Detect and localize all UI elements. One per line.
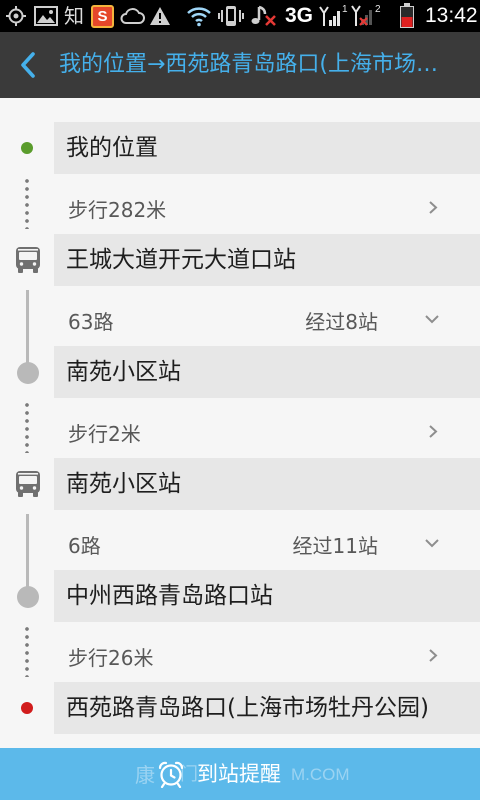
- signal-sim1-icon: 1: [319, 0, 349, 32]
- route-steps-list: 我的位置 步行282米 王城大道开元大道口站 63路 经过8站 南苑小区站 步行…: [0, 122, 480, 734]
- station-name: 南苑小区站: [66, 359, 181, 385]
- origin-row[interactable]: 我的位置: [0, 122, 480, 174]
- station-cell[interactable]: 中州西路青岛路口站: [54, 570, 480, 622]
- sim1-label: 1: [342, 4, 348, 15]
- vibrate-icon: [218, 0, 244, 32]
- warning-icon: [149, 0, 171, 32]
- route-title: 我的位置→西苑路青岛路口(上海市场…: [59, 52, 439, 77]
- watermark-text-left: 康: [135, 763, 155, 787]
- battery-icon: [399, 0, 415, 32]
- alighting-station-row[interactable]: 中州西路青岛路口站: [0, 570, 480, 622]
- arrival-reminder-label: 到站提醒: [197, 762, 281, 786]
- bus-path-line: [26, 290, 29, 366]
- sim2-label: 2: [375, 4, 381, 15]
- stop-circle-icon: [17, 362, 39, 384]
- chevron-right-icon[interactable]: [428, 648, 438, 663]
- boarding-station-row[interactable]: 王城大道开元大道口站: [0, 234, 480, 286]
- boarding-station-row[interactable]: 南苑小区站: [0, 458, 480, 510]
- timeline-lane: [0, 510, 54, 590]
- timeline-lane: [0, 398, 54, 458]
- station-name: 西苑路青岛路口(上海市场牡丹公园): [66, 695, 429, 721]
- walk-path-dots: [25, 403, 29, 453]
- timeline-lane: [0, 234, 54, 286]
- walk-cell[interactable]: 步行26米: [54, 622, 480, 682]
- station-name: 中州西路青岛路口站: [66, 583, 273, 609]
- music-muted-icon: [250, 0, 278, 32]
- sogou-icon: S: [91, 0, 114, 32]
- station-cell[interactable]: 王城大道开元大道口站: [54, 234, 480, 286]
- stops-count: 经过8站: [305, 310, 378, 334]
- timeline-lane: [0, 286, 54, 366]
- chevron-right-icon[interactable]: [428, 200, 438, 215]
- gallery-icon: [34, 0, 58, 32]
- station-name: 我的位置: [66, 135, 158, 161]
- stops-count: 经过11站: [292, 534, 378, 558]
- destination-row[interactable]: 西苑路青岛路口(上海市场牡丹公园): [0, 682, 480, 734]
- bus-icon: [15, 470, 41, 498]
- signal-sim2-icon: 2: [351, 0, 383, 32]
- timeline-lane: [0, 458, 54, 510]
- station-cell[interactable]: 南苑小区站: [54, 346, 480, 398]
- station-name: 王城大道开元大道口站: [66, 247, 296, 273]
- alighting-station-row[interactable]: 南苑小区站: [0, 346, 480, 398]
- timeline-lane: [0, 122, 54, 174]
- walk-cell[interactable]: 步行2米: [54, 398, 480, 458]
- walk-segment-row[interactable]: 步行26米: [0, 622, 480, 682]
- walk-segment-row[interactable]: 步行282米: [0, 174, 480, 234]
- walk-distance: 步行282米: [68, 198, 167, 222]
- watermark-text-right: M.COM: [291, 765, 350, 784]
- chevron-left-icon: [21, 52, 35, 78]
- chevron-down-icon[interactable]: [424, 538, 440, 548]
- station-name: 南苑小区站: [66, 471, 181, 497]
- bus-cell[interactable]: 6路 经过11站: [54, 510, 480, 570]
- destination-dot-icon: [21, 702, 33, 714]
- origin-dot-icon: [21, 142, 33, 154]
- walk-path-dots: [25, 627, 29, 677]
- bus-line-name: 63路: [68, 310, 114, 334]
- zhihu-icon: 知: [64, 4, 84, 28]
- gps-icon: [5, 0, 27, 32]
- walk-distance: 步行2米: [68, 422, 141, 446]
- bus-line-name: 6路: [68, 534, 101, 558]
- alarm-clock-icon: [157, 760, 185, 788]
- bus-icon: [15, 246, 41, 274]
- timeline-lane: [0, 174, 54, 234]
- walk-cell[interactable]: 步行282米: [54, 174, 480, 234]
- bus-path-line: [26, 514, 29, 590]
- timeline-lane: [0, 682, 54, 734]
- station-cell[interactable]: 西苑路青岛路口(上海市场牡丹公园): [54, 682, 480, 734]
- cloud-icon: [119, 0, 145, 32]
- walk-distance: 步行26米: [68, 646, 154, 670]
- arrival-reminder-button[interactable]: 康 门 M.COM 到站提醒: [0, 748, 480, 800]
- station-cell[interactable]: 我的位置: [54, 122, 480, 174]
- station-cell[interactable]: 南苑小区站: [54, 458, 480, 510]
- back-button[interactable]: [8, 41, 48, 89]
- sogou-logo-text: S: [91, 4, 114, 28]
- walk-path-dots: [25, 179, 29, 229]
- stop-circle-icon: [17, 586, 39, 608]
- network-type-label: 3G: [285, 4, 314, 27]
- chevron-down-icon[interactable]: [424, 314, 440, 324]
- bus-cell[interactable]: 63路 经过8站: [54, 286, 480, 346]
- wifi-icon: [186, 0, 212, 32]
- title-bar: 我的位置→西苑路青岛路口(上海市场…: [0, 32, 480, 98]
- bus-segment-row[interactable]: 6路 经过11站: [0, 510, 480, 590]
- timeline-lane: [0, 622, 54, 682]
- chevron-right-icon[interactable]: [428, 424, 438, 439]
- clock-time: 13:42: [425, 4, 478, 27]
- bus-segment-row[interactable]: 63路 经过8站: [0, 286, 480, 366]
- walk-segment-row[interactable]: 步行2米: [0, 398, 480, 458]
- status-bar: 知 S 3G 1 2 13:42: [0, 0, 480, 32]
